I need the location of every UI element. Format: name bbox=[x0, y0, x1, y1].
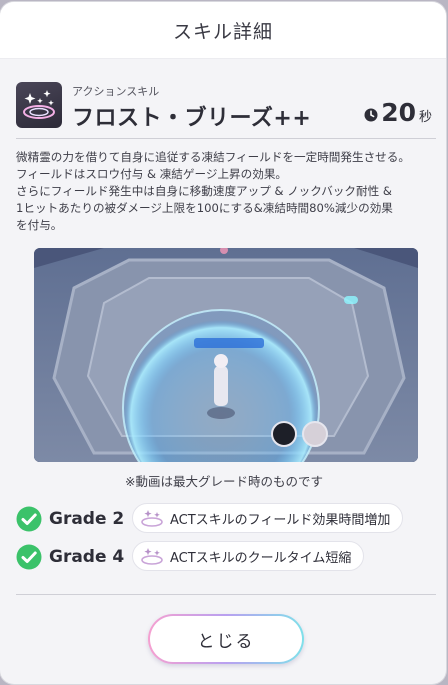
skill-description: 微精霊の力を借りて自身に追従する凍結フィールドを一定時間発生させる。 フィールド… bbox=[16, 150, 410, 232]
skill-effect-icon bbox=[141, 548, 163, 565]
grade-effect-text: ACTスキルのフィールド効果時間増加 bbox=[170, 512, 391, 528]
cooldown-unit: 秒 bbox=[418, 110, 432, 125]
skill-header: アクションスキル フロスト・ブリーズ++ 20 秒 bbox=[16, 82, 436, 132]
dialog-title: スキル詳細 bbox=[172, 20, 273, 43]
skill-name: フロスト・ブリーズ++ bbox=[72, 106, 312, 131]
divider bbox=[16, 594, 436, 595]
check-icon bbox=[16, 506, 42, 532]
grade-row: Grade 2 ACTスキルのフィールド効果時間増加 bbox=[16, 503, 436, 533]
close-button[interactable]: とじる bbox=[148, 614, 304, 664]
frost-skill-icon bbox=[16, 82, 62, 128]
skill-type-label: アクションスキル bbox=[72, 85, 160, 98]
grade-row: Grade 4 ACTスキルのクールタイム短縮 bbox=[16, 541, 436, 571]
cooldown-value: 20 bbox=[381, 98, 416, 127]
dialog-header: スキル詳細 bbox=[0, 2, 446, 59]
skill-detail-dialog: スキル詳細 アクションスキル フロスト・ブリーズ++ 20 秒 微精霊の力を借り… bbox=[0, 2, 446, 684]
grade-label: Grade 2 bbox=[49, 509, 125, 529]
check-icon bbox=[16, 544, 42, 570]
cooldown-display: 20 秒 bbox=[364, 98, 432, 127]
video-note: ※動画は最大グレード時のものです bbox=[125, 474, 323, 489]
skill-effect-icon bbox=[141, 510, 163, 527]
clock-icon bbox=[364, 108, 378, 122]
grade-effect-pill: ACTスキルのフィールド効果時間増加 bbox=[132, 503, 404, 533]
grade-effect-text: ACTスキルのクールタイム短縮 bbox=[170, 550, 352, 566]
grade-label: Grade 4 bbox=[49, 547, 125, 567]
divider bbox=[16, 138, 436, 139]
skill-preview-video[interactable] bbox=[34, 248, 418, 462]
grade-effect-pill: ACTスキルのクールタイム短縮 bbox=[132, 541, 365, 571]
